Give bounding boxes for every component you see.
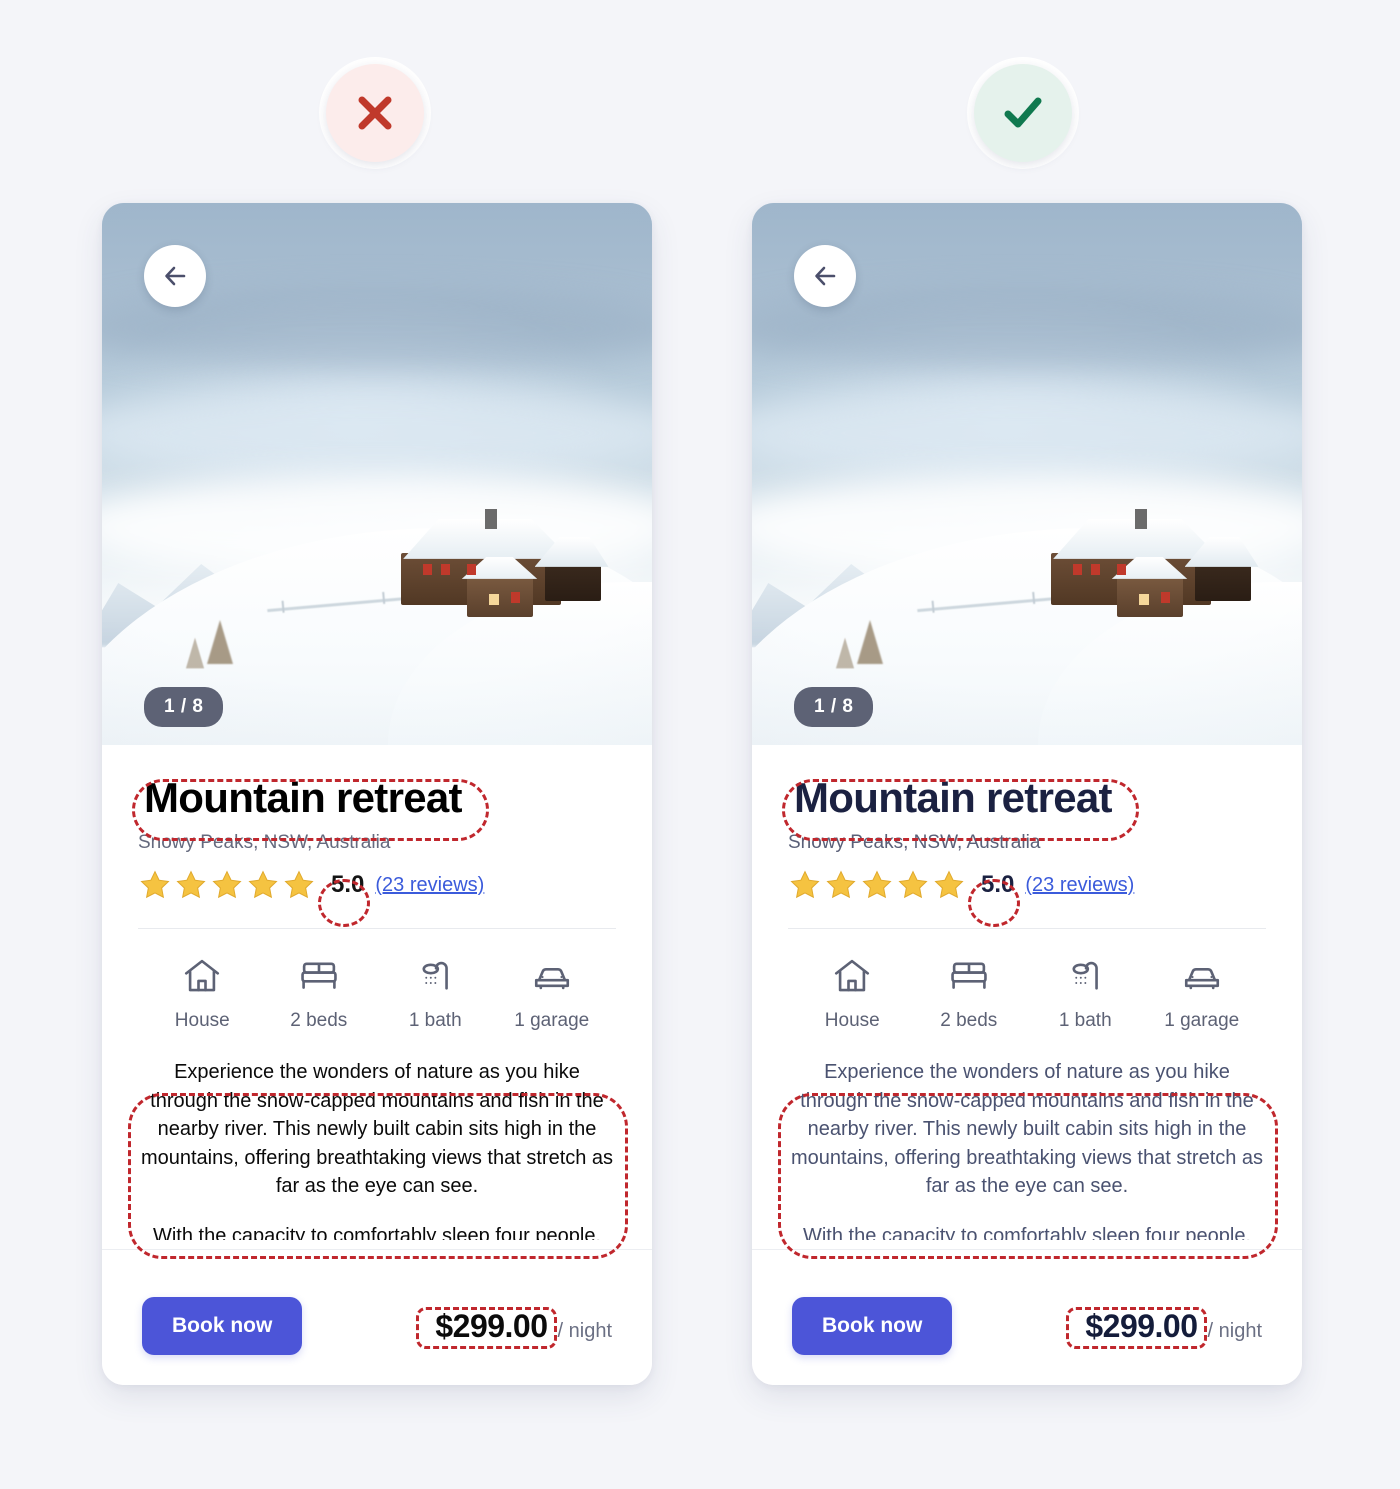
amenity-bath: 1 bath — [377, 955, 494, 1032]
price-unit: / night — [1207, 1319, 1262, 1342]
photo-counter: 1 / 8 — [794, 687, 874, 727]
amenity-garage: 1 garage — [1144, 955, 1261, 1032]
amenities-row: House 2 beds 1 bath 1 garage — [788, 929, 1266, 1032]
amenities-row: House 2 beds 1 bath 1 garage — [138, 929, 616, 1032]
star-icon — [248, 870, 278, 899]
listing-details: Mountain retreat Snowy Peaks, NSW, Austr… — [752, 745, 1302, 1251]
bed-icon — [300, 962, 337, 990]
shower-icon — [1072, 962, 1099, 990]
price-wrapper: $299.00 / night — [429, 1306, 612, 1347]
star-icon — [176, 870, 206, 899]
description-paragraph: With the capacity to comfortably sleep f… — [802, 1225, 1251, 1241]
arrow-left-icon — [815, 266, 836, 286]
title-wrapper: Mountain retreat — [138, 773, 468, 822]
star-rating — [788, 868, 966, 902]
star-icon — [212, 870, 242, 899]
bad-example-badge — [326, 64, 424, 162]
star-icon — [790, 870, 820, 899]
book-now-button[interactable]: Book now — [142, 1297, 303, 1355]
star-icon — [898, 870, 928, 899]
star-icon — [862, 870, 892, 899]
description: Experience the wonders of nature as you … — [788, 1058, 1266, 1240]
booking-footer: Book now $299.00 / night — [102, 1267, 652, 1385]
book-now-button[interactable]: Book now — [792, 1297, 953, 1355]
check-icon — [1004, 97, 1042, 128]
amenity-beds: 2 beds — [261, 955, 378, 1032]
comparison-page: 1 / 8 Mountain retreat Snowy Peaks, NSW,… — [0, 0, 1400, 1489]
description-paragraph: With the capacity to comfortably sleep f… — [152, 1225, 601, 1241]
amenity-label: 1 garage — [514, 1010, 590, 1032]
amenity-label: 1 garage — [1164, 1010, 1240, 1032]
price-unit: / night — [557, 1319, 612, 1342]
shower-icon — [422, 962, 449, 990]
back-button[interactable] — [144, 245, 206, 307]
page-title: Mountain retreat — [144, 774, 463, 821]
reviews-link[interactable]: (23 reviews) — [1025, 874, 1134, 897]
bed-icon — [950, 962, 987, 990]
price-wrapper: $299.00 / night — [1079, 1306, 1262, 1347]
amenity-label: 2 beds — [290, 1010, 348, 1032]
rating-score: 5.0 — [981, 871, 1015, 899]
car-icon — [1184, 968, 1219, 990]
rating-row: 5.0 (23 reviews) — [138, 868, 616, 902]
amenity-label: 2 beds — [940, 1010, 998, 1032]
page-title: Mountain retreat — [794, 774, 1113, 821]
location-subtitle: Snowy Peaks, NSW, Australia — [788, 832, 1041, 854]
car-icon — [534, 968, 569, 990]
amenity-beds: 2 beds — [911, 955, 1028, 1032]
arrow-left-icon — [165, 266, 186, 286]
description-wrapper: Experience the wonders of nature as you … — [102, 1058, 652, 1251]
star-icon — [284, 870, 314, 899]
text-fade-separator — [752, 1240, 1302, 1251]
amenity-garage: 1 garage — [494, 955, 611, 1032]
listing-card-good-example: 1 / 8 Mountain retreat Snowy Peaks, NSW,… — [752, 203, 1302, 1385]
cross-icon — [358, 96, 392, 130]
amenity-label: House — [174, 1010, 230, 1032]
booking-footer: Book now $299.00 / night — [752, 1267, 1302, 1385]
reviews-link[interactable]: (23 reviews) — [375, 874, 484, 897]
price-value: $299.00 — [1085, 1307, 1198, 1344]
description-wrapper: Experience the wonders of nature as you … — [752, 1058, 1302, 1251]
star-icon — [140, 870, 170, 899]
back-button[interactable] — [794, 245, 856, 307]
house-icon — [835, 960, 870, 992]
star-rating — [138, 868, 316, 902]
listing-card-bad-example: 1 / 8 Mountain retreat Snowy Peaks, NSW,… — [102, 203, 652, 1385]
property-photo[interactable]: 1 / 8 — [102, 203, 652, 745]
listing-details: Mountain retreat Snowy Peaks, NSW, Austr… — [102, 745, 652, 1251]
rating-score: 5.0 — [331, 871, 365, 899]
rating-row: 5.0 (23 reviews) — [788, 868, 1266, 902]
title-wrapper: Mountain retreat — [788, 773, 1118, 822]
amenity-house: House — [794, 955, 911, 1032]
price-value: $299.00 — [435, 1307, 548, 1344]
amenity-bath: 1 bath — [1027, 955, 1144, 1032]
property-photo[interactable]: 1 / 8 — [752, 203, 1302, 745]
star-icon — [934, 870, 964, 899]
text-fade-separator — [102, 1240, 652, 1251]
location-subtitle: Snowy Peaks, NSW, Australia — [138, 832, 391, 854]
amenity-label: 1 bath — [408, 1010, 462, 1032]
star-icon — [826, 870, 856, 899]
description-paragraph: Experience the wonders of nature as you … — [140, 1061, 614, 1197]
amenity-label: House — [824, 1010, 880, 1032]
amenity-label: 1 bath — [1058, 1010, 1112, 1032]
good-example-badge — [974, 64, 1072, 162]
house-icon — [185, 960, 220, 992]
amenity-house: House — [144, 955, 261, 1032]
photo-counter: 1 / 8 — [144, 687, 224, 727]
description: Experience the wonders of nature as you … — [138, 1058, 616, 1240]
description-paragraph: Experience the wonders of nature as you … — [790, 1061, 1264, 1197]
